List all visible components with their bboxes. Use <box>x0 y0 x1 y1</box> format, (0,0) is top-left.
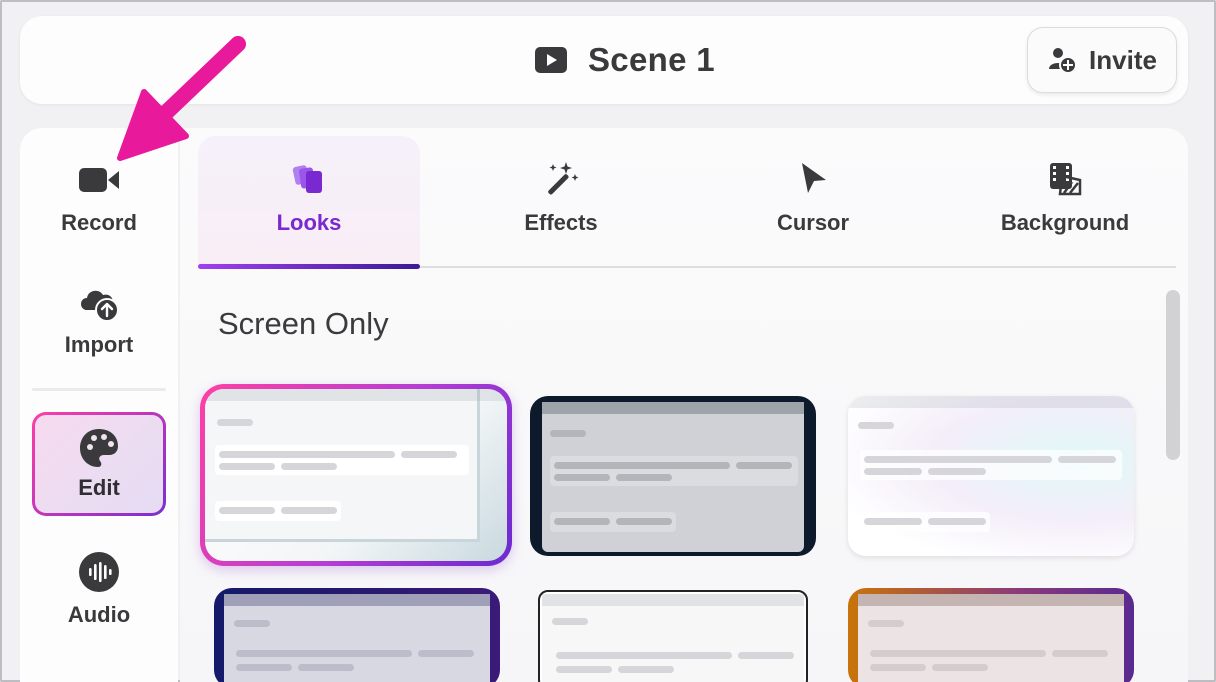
invite-button[interactable]: Invite <box>1027 27 1177 93</box>
scene-title-text: Scene 1 <box>588 41 715 78</box>
window-preview <box>224 594 490 682</box>
scene-title[interactable]: Scene 1 <box>534 40 715 80</box>
active-tab-underline <box>198 264 420 269</box>
add-user-icon <box>1049 48 1078 74</box>
tab-bar: Looks Effects Cursor Background <box>198 136 1176 269</box>
pointer-icon <box>802 163 826 193</box>
sidebar-item-audio[interactable]: Audio <box>20 550 178 628</box>
play-icon <box>535 47 567 73</box>
look-thumbnail[interactable] <box>530 396 816 556</box>
tab-label: Cursor <box>776 210 850 235</box>
window-preview <box>542 402 804 552</box>
layers-icon <box>292 165 322 193</box>
tab-effects[interactable]: Effects <box>450 136 672 266</box>
palette-icon <box>80 429 118 467</box>
invite-label: Invite <box>1089 44 1157 75</box>
sidebar-item-import[interactable]: Import <box>20 280 178 358</box>
sidebar-item-label: Import <box>64 332 134 357</box>
tab-label: Looks <box>276 210 342 235</box>
look-thumbnail[interactable] <box>214 588 500 682</box>
window-preview <box>542 594 804 682</box>
tab-cursor[interactable]: Cursor <box>702 136 924 266</box>
window-preview <box>858 594 1124 682</box>
sidebar-item-edit[interactable]: Edit <box>32 412 166 516</box>
look-thumbnail[interactable] <box>848 396 1134 556</box>
annotation-arrow-icon <box>117 36 246 161</box>
scrollbar-thumb[interactable] <box>1166 290 1180 460</box>
tab-label: Effects <box>524 210 598 235</box>
sidebar-divider <box>32 388 166 391</box>
sidebar-item-label: Edit <box>78 475 120 500</box>
window-preview <box>205 389 507 539</box>
sidebar: Record Import Edit Audio <box>20 128 178 682</box>
film-strip-icon <box>1050 163 1082 196</box>
audio-waveform-icon <box>79 552 119 592</box>
look-thumbnail[interactable] <box>538 590 808 682</box>
look-thumbnail[interactable] <box>848 588 1134 682</box>
magic-wand-icon <box>548 162 579 195</box>
tab-label: Background <box>1000 210 1130 235</box>
look-thumbnail-selected[interactable] <box>200 384 512 566</box>
sidebar-item-label: Record <box>61 210 137 235</box>
sidebar-item-label: Audio <box>67 602 131 627</box>
cloud-upload-icon <box>81 290 119 322</box>
window-preview <box>848 396 1134 556</box>
section-title: Screen Only <box>218 306 389 341</box>
tab-background[interactable]: Background <box>954 136 1176 266</box>
